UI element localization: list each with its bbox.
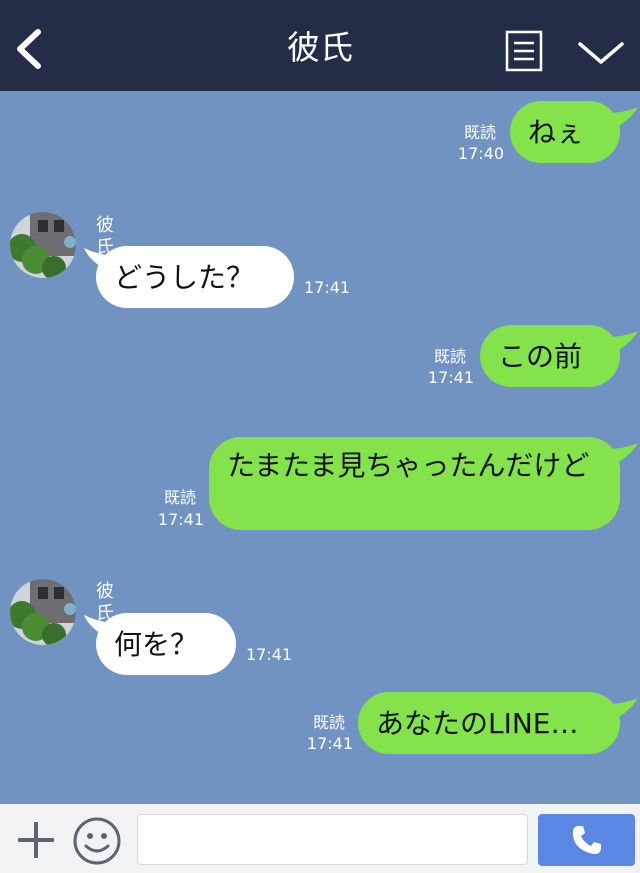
call-button[interactable] (538, 814, 635, 866)
menu-lines-icon (505, 30, 543, 72)
plus-icon (18, 822, 54, 858)
timestamp: 17:41 (427, 368, 474, 387)
timestamp: 17:41 (246, 645, 293, 664)
read-receipt: 既読 (312, 713, 345, 732)
back-button[interactable] (10, 24, 54, 74)
timestamp: 17:41 (157, 510, 204, 529)
timestamp: 17:41 (306, 734, 353, 753)
contact-avatar[interactable] (10, 579, 76, 645)
avatar-photo-icon (10, 579, 76, 645)
contact-avatar[interactable] (10, 212, 76, 278)
message-bubble[interactable]: たまたま見ちゃったんだけど (209, 437, 620, 530)
collapse-button[interactable] (574, 34, 628, 70)
message-bubble[interactable]: 何を？ (96, 613, 236, 675)
menu-button[interactable] (504, 30, 544, 74)
smiley-icon (73, 817, 121, 865)
bubble-tail (606, 443, 638, 467)
message-bubble[interactable]: あなたのLINE… (358, 692, 620, 754)
timestamp: 17:41 (304, 278, 351, 297)
message-input[interactable] (137, 814, 528, 865)
chevron-down-icon (578, 42, 624, 64)
chat-title: 彼氏 (287, 28, 353, 67)
sticker-button[interactable] (72, 816, 122, 866)
bubble-tail (606, 107, 638, 131)
bubble-tail (606, 331, 638, 355)
message-bubble[interactable]: どうした？ (96, 246, 294, 308)
read-receipt: 既読 (433, 347, 466, 366)
message-input-bar (0, 804, 640, 873)
read-receipt: 既読 (463, 123, 496, 142)
message-bubble[interactable]: この前 (480, 325, 620, 387)
add-attachment-button[interactable] (14, 818, 58, 862)
read-receipt: 既読 (163, 488, 196, 507)
back-chevron-icon (17, 29, 41, 69)
chat-header: 彼氏 (0, 0, 640, 91)
bubble-tail (606, 698, 638, 722)
message-bubble[interactable]: ねぇ (510, 101, 620, 163)
chat-area[interactable]: ねぇ 既読 17:40 彼氏 どうした？ 17:41 この前 既読 17:41 … (0, 91, 640, 804)
phone-icon (572, 826, 601, 854)
avatar-photo-icon (10, 212, 76, 278)
timestamp: 17:40 (457, 144, 504, 163)
